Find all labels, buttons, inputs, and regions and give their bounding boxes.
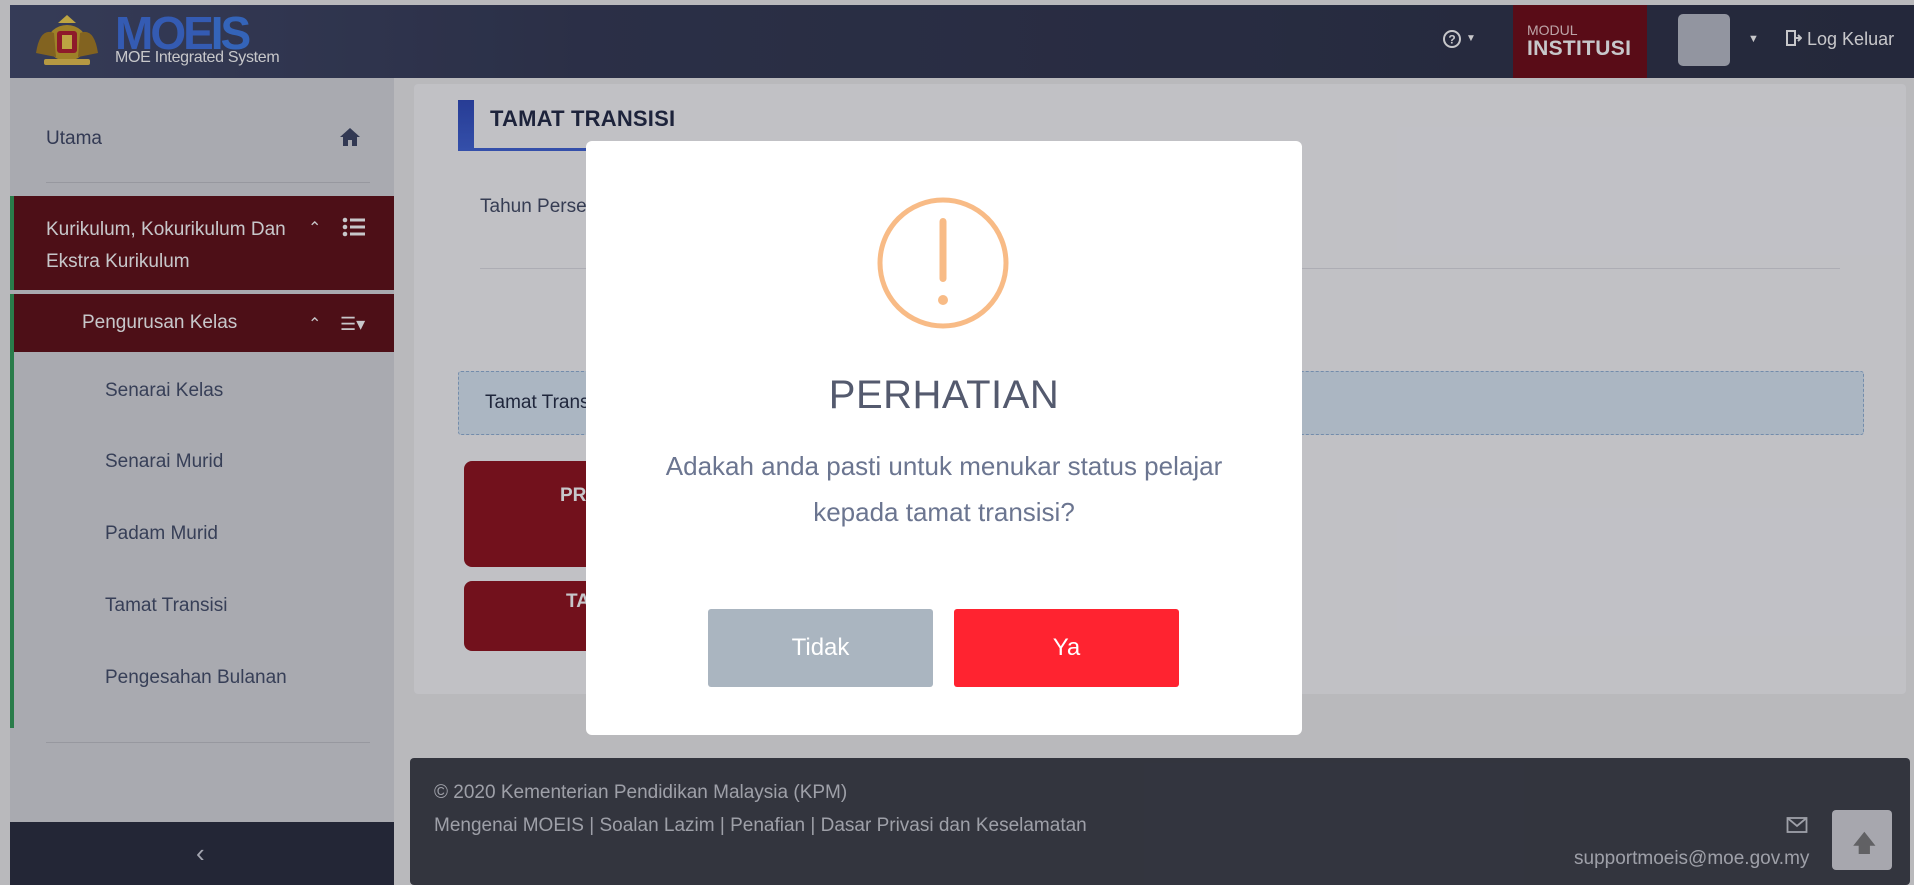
cancel-button[interactable]: Tidak xyxy=(708,609,933,687)
confirm-button[interactable]: Ya xyxy=(954,609,1179,687)
dialog-title: PERHATIAN xyxy=(828,373,1060,417)
dialog-message: Adakah anda pasti untuk menukar status p… xyxy=(665,451,1223,527)
exclamation-circle-icon xyxy=(877,197,1009,329)
confirm-dialog: PERHATIAN Adakah anda pasti untuk menuka… xyxy=(586,141,1302,735)
